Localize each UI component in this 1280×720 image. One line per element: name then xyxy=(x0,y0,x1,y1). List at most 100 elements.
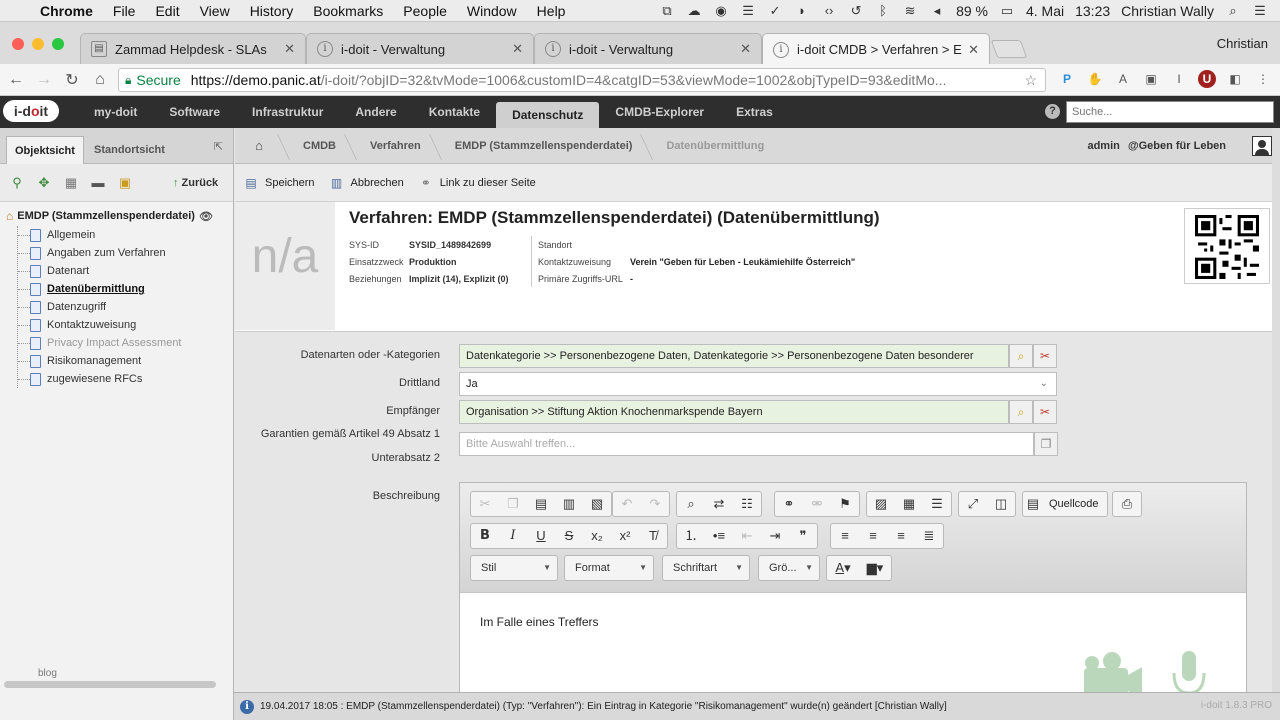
image-icon[interactable]: ▨ xyxy=(867,492,895,516)
search-icon[interactable]: ⌕ xyxy=(1009,400,1033,424)
tree-item-datenart[interactable]: Datenart xyxy=(18,262,233,280)
close-icon[interactable]: ✕ xyxy=(512,41,523,57)
italic-icon[interactable]: I xyxy=(499,524,527,548)
format-dropdown[interactable]: Format ▼ xyxy=(564,555,654,581)
tree-root[interactable]: ⌂ EMDP (Stammzellenspenderdatei) 👁︎ xyxy=(6,208,233,224)
beziehungen-value[interactable]: Implizit (14), Explizit (0) xyxy=(409,274,529,284)
close-icon[interactable]: ✕ xyxy=(968,42,979,58)
detach-icon[interactable]: ✂ xyxy=(1033,344,1057,368)
underline-icon[interactable]: U xyxy=(527,524,555,548)
save-button[interactable]: ▤ Speichern xyxy=(243,176,314,190)
new-tab-button[interactable] xyxy=(990,40,1028,58)
menu-history[interactable]: History xyxy=(240,3,304,19)
menu-people[interactable]: People xyxy=(393,3,457,19)
subscript-icon[interactable]: x₂ xyxy=(583,524,611,548)
maximize-window-button[interactable] xyxy=(52,38,64,50)
bluetooth-icon[interactable]: ᛒ xyxy=(875,3,891,18)
volume-icon[interactable]: ◂ xyxy=(929,3,945,18)
bullet-list-icon[interactable]: •≡ xyxy=(705,524,733,548)
menu-help[interactable]: Help xyxy=(527,3,576,19)
wifi-icon[interactable]: ≋ xyxy=(902,3,918,18)
profile-name[interactable]: Christian xyxy=(1217,36,1268,51)
strikethrough-icon[interactable]: S xyxy=(555,524,583,548)
kontakt-value[interactable]: Verein "Geben für Leben - Leukämiehilfe … xyxy=(630,257,855,267)
current-user[interactable]: admin @Geben für Leben xyxy=(1087,140,1226,152)
tree-item-allgemein[interactable]: Allgemein xyxy=(18,226,233,244)
eye-icon[interactable]: 👁︎ xyxy=(199,210,213,223)
tree-item-privacy[interactable]: Privacy Impact Assessment xyxy=(18,334,233,352)
screen-icon[interactable]: ⧉ xyxy=(659,3,675,18)
nav-cmdb-explorer[interactable]: CMDB-Explorer xyxy=(599,99,720,125)
breadcrumb-cmdb[interactable]: CMDB xyxy=(283,140,350,152)
browser-tab[interactable]: ▤ Zammad Helpdesk - SLAs ✕ xyxy=(80,33,306,64)
tab-objektsicht[interactable]: Objektsicht xyxy=(6,136,84,164)
drittland-select[interactable]: Ja ⌄ xyxy=(459,372,1057,396)
nav-software[interactable]: Software xyxy=(153,99,236,125)
align-right-icon[interactable]: ≡ xyxy=(887,524,915,548)
select-all-icon[interactable]: ☷ xyxy=(733,492,761,516)
translate-icon[interactable]: A xyxy=(1114,70,1132,88)
home-icon[interactable]: ⌂ xyxy=(88,71,112,89)
outdent-icon[interactable]: ⇤ xyxy=(733,524,761,548)
numbered-list-icon[interactable]: ⒈ xyxy=(677,524,705,548)
extension-screen-icon[interactable]: ▣ xyxy=(1142,70,1160,88)
redo-icon[interactable]: ↷ xyxy=(641,492,669,516)
cut-icon[interactable]: ✂ xyxy=(471,492,499,516)
show-blocks-icon[interactable]: ◫ xyxy=(987,492,1015,516)
check-icon[interactable]: ✓ xyxy=(767,3,783,18)
home-icon[interactable]: ⌂ xyxy=(235,138,283,153)
timemachine-icon[interactable]: ↺ xyxy=(848,3,864,18)
battery-percent[interactable]: 89 % xyxy=(956,3,988,19)
indent-icon[interactable]: ⇥ xyxy=(761,524,789,548)
eye-icon[interactable]: ◉ xyxy=(713,3,729,18)
align-justify-icon[interactable]: ≣ xyxy=(915,524,943,548)
browser-tab[interactable]: i i-doit - Verwaltung ✕ xyxy=(306,33,534,64)
forward-icon[interactable]: → xyxy=(32,71,56,89)
link-button[interactable]: ⚭ Link zu dieser Seite xyxy=(418,176,536,190)
link-icon[interactable]: ⚭ xyxy=(775,492,803,516)
breadcrumb-object[interactable]: EMDP (Stammzellenspenderdatei) xyxy=(435,140,647,152)
code-icon[interactable]: ‹› xyxy=(821,3,837,18)
nav-kontakte[interactable]: Kontakte xyxy=(413,99,496,125)
replace-icon[interactable]: ⇄ xyxy=(705,492,733,516)
horizontal-line-icon[interactable]: ☰ xyxy=(923,492,951,516)
menu-edit[interactable]: Edit xyxy=(145,3,189,19)
cancel-button[interactable]: ▥ Abbrechen xyxy=(329,176,404,190)
time-label[interactable]: 13:23 xyxy=(1075,3,1110,19)
horizontal-scrollbar[interactable] xyxy=(4,681,216,688)
tree-item-rfcs[interactable]: zugewiesene RFCs xyxy=(18,370,233,388)
reload-icon[interactable]: ↻ xyxy=(60,70,84,90)
tree-item-datenzugriff[interactable]: Datenzugriff xyxy=(18,298,233,316)
extension-cursor-icon[interactable]: I xyxy=(1170,70,1188,88)
align-center-icon[interactable]: ≡ xyxy=(859,524,887,548)
browser-tab-active[interactable]: i i-doit CMDB > Verfahren > EM ✕ xyxy=(762,33,990,65)
tab-standortsicht[interactable]: Standortsicht xyxy=(86,136,173,164)
elephant-icon[interactable]: ◗ xyxy=(794,3,810,18)
battery-icon[interactable]: ▭ xyxy=(999,3,1015,18)
menu-window[interactable]: Window xyxy=(457,3,527,19)
find-icon[interactable]: ⌕ xyxy=(677,492,705,516)
expand-icon[interactable]: ✥ xyxy=(35,175,53,191)
editor-content[interactable]: Im Falle eines Treffers I xyxy=(460,593,1246,692)
avatar[interactable] xyxy=(1252,136,1272,156)
blockquote-icon[interactable]: ❞ xyxy=(789,524,817,548)
book-icon[interactable]: ▬ xyxy=(89,175,107,191)
nav-datenschutz[interactable]: Datenschutz xyxy=(496,102,600,128)
bookmark-star-icon[interactable]: ☆ xyxy=(1024,72,1037,89)
nav-infrastruktur[interactable]: Infrastruktur xyxy=(236,99,339,125)
spotlight-icon[interactable]: ⌕ xyxy=(1225,3,1241,18)
notification-icon[interactable]: ☰ xyxy=(1252,3,1268,18)
minimize-window-button[interactable] xyxy=(32,38,44,50)
search-icon[interactable]: ⌕ xyxy=(1009,344,1033,368)
undo-icon[interactable]: ↶ xyxy=(613,492,641,516)
print-icon[interactable]: ⎙ xyxy=(1113,492,1141,516)
idoit-logo[interactable]: i-doit xyxy=(3,100,59,122)
nav-extras[interactable]: Extras xyxy=(720,99,789,125)
url-bar[interactable]: 🔒︎ Secure https://demo.panic.at /i-doit/… xyxy=(118,68,1046,92)
size-dropdown[interactable]: Grö... ▼ xyxy=(758,555,820,581)
browser-tab[interactable]: i i-doit - Verwaltung ✕ xyxy=(534,33,762,64)
search-input[interactable] xyxy=(1066,101,1274,123)
superscript-icon[interactable]: x² xyxy=(611,524,639,548)
tree-item-datenuebermittlung[interactable]: Datenübermittlung xyxy=(18,280,233,298)
extension-square-icon[interactable]: ◧ xyxy=(1226,70,1244,88)
